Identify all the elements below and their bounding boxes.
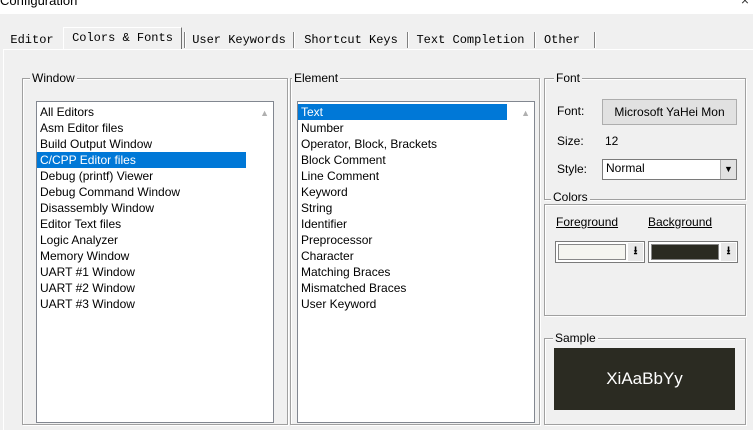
list-item[interactable]: UART #2 Window <box>37 280 273 296</box>
scroll-up-icon[interactable]: ▲ <box>260 108 269 118</box>
list-item[interactable]: String <box>298 200 534 216</box>
list-item-selected[interactable]: C/CPP Editor files <box>37 152 246 168</box>
title-bar: Configuration × <box>0 0 753 14</box>
background-label: Background <box>648 215 713 229</box>
colors-group-label: Colors <box>551 190 590 204</box>
tab-separator <box>293 32 295 48</box>
list-item[interactable]: Mismatched Braces <box>298 280 534 296</box>
style-label: Style: <box>557 162 588 176</box>
sample-group-label: Sample <box>553 331 598 345</box>
list-item[interactable]: UART #1 Window <box>37 264 273 280</box>
size-value: 12 <box>605 134 619 148</box>
background-color-picker[interactable]: ⭳ <box>648 241 738 263</box>
list-item[interactable]: Asm Editor files <box>37 120 273 136</box>
tab-editor[interactable]: Editor <box>9 31 55 49</box>
list-item[interactable]: Preprocessor <box>298 232 534 248</box>
list-item[interactable]: Matching Braces <box>298 264 534 280</box>
foreground-color-picker[interactable]: ⭳ <box>555 241 645 263</box>
foreground-swatch <box>558 244 626 260</box>
font-select-button[interactable]: Microsoft YaHei Mon <box>602 99 737 125</box>
style-dropdown[interactable]: Normal ▼ <box>602 159 737 180</box>
window-title: Configuration <box>0 0 78 8</box>
foreground-label: Foreground <box>556 215 619 229</box>
sample-preview: XiAaBbYy <box>554 348 735 410</box>
tab-separator <box>534 32 536 48</box>
background-swatch <box>651 244 719 260</box>
size-label: Size: <box>557 134 584 148</box>
list-item-selected[interactable]: Text <box>298 104 507 120</box>
list-item[interactable]: Build Output Window <box>37 136 273 152</box>
style-dropdown-value: Normal <box>606 161 645 175</box>
down-arrow-icon[interactable]: ⭳ <box>628 243 643 261</box>
tab-other[interactable]: Other <box>537 31 587 49</box>
list-item[interactable]: Logic Analyzer <box>37 232 273 248</box>
chevron-down-icon[interactable]: ▼ <box>720 160 736 179</box>
tab-shortcut-keys[interactable]: Shortcut Keys <box>297 31 405 49</box>
close-icon[interactable]: × <box>741 0 749 8</box>
font-label: Font: <box>557 104 585 118</box>
window-group-label: Window <box>30 71 77 85</box>
list-item[interactable]: Number <box>298 120 534 136</box>
list-item[interactable]: Memory Window <box>37 248 273 264</box>
element-group-label: Element <box>292 71 341 85</box>
tab-colors-fonts[interactable]: Colors & Fonts <box>63 27 182 50</box>
list-item[interactable]: Character <box>298 248 534 264</box>
list-item[interactable]: Editor Text files <box>37 216 273 232</box>
tab-separator <box>594 32 596 48</box>
window-listbox[interactable]: All Editors Asm Editor files Build Outpu… <box>36 101 274 423</box>
down-arrow-icon[interactable]: ⭳ <box>721 243 736 261</box>
element-listbox[interactable]: Text Number Operator, Block, Brackets Bl… <box>297 101 535 423</box>
tab-separator <box>184 32 186 48</box>
list-item[interactable]: UART #3 Window <box>37 296 273 312</box>
list-item[interactable]: Debug Command Window <box>37 184 273 200</box>
list-item[interactable]: Debug (printf) Viewer <box>37 168 273 184</box>
tab-user-keywords[interactable]: User Keywords <box>188 31 290 49</box>
list-item[interactable]: Block Comment <box>298 152 534 168</box>
list-item[interactable]: Keyword <box>298 184 534 200</box>
font-group-label: Font <box>554 71 583 85</box>
tab-separator <box>407 32 409 48</box>
list-item[interactable]: Line Comment <box>298 168 534 184</box>
tab-text-completion[interactable]: Text Completion <box>410 31 531 49</box>
list-item[interactable]: All Editors <box>37 104 273 120</box>
scroll-up-icon[interactable]: ▲ <box>521 108 530 118</box>
list-item[interactable]: Identifier <box>298 216 534 232</box>
list-item[interactable]: Operator, Block, Brackets <box>298 136 534 152</box>
list-item[interactable]: User Keyword <box>298 296 534 312</box>
list-item[interactable]: Disassembly Window <box>37 200 273 216</box>
